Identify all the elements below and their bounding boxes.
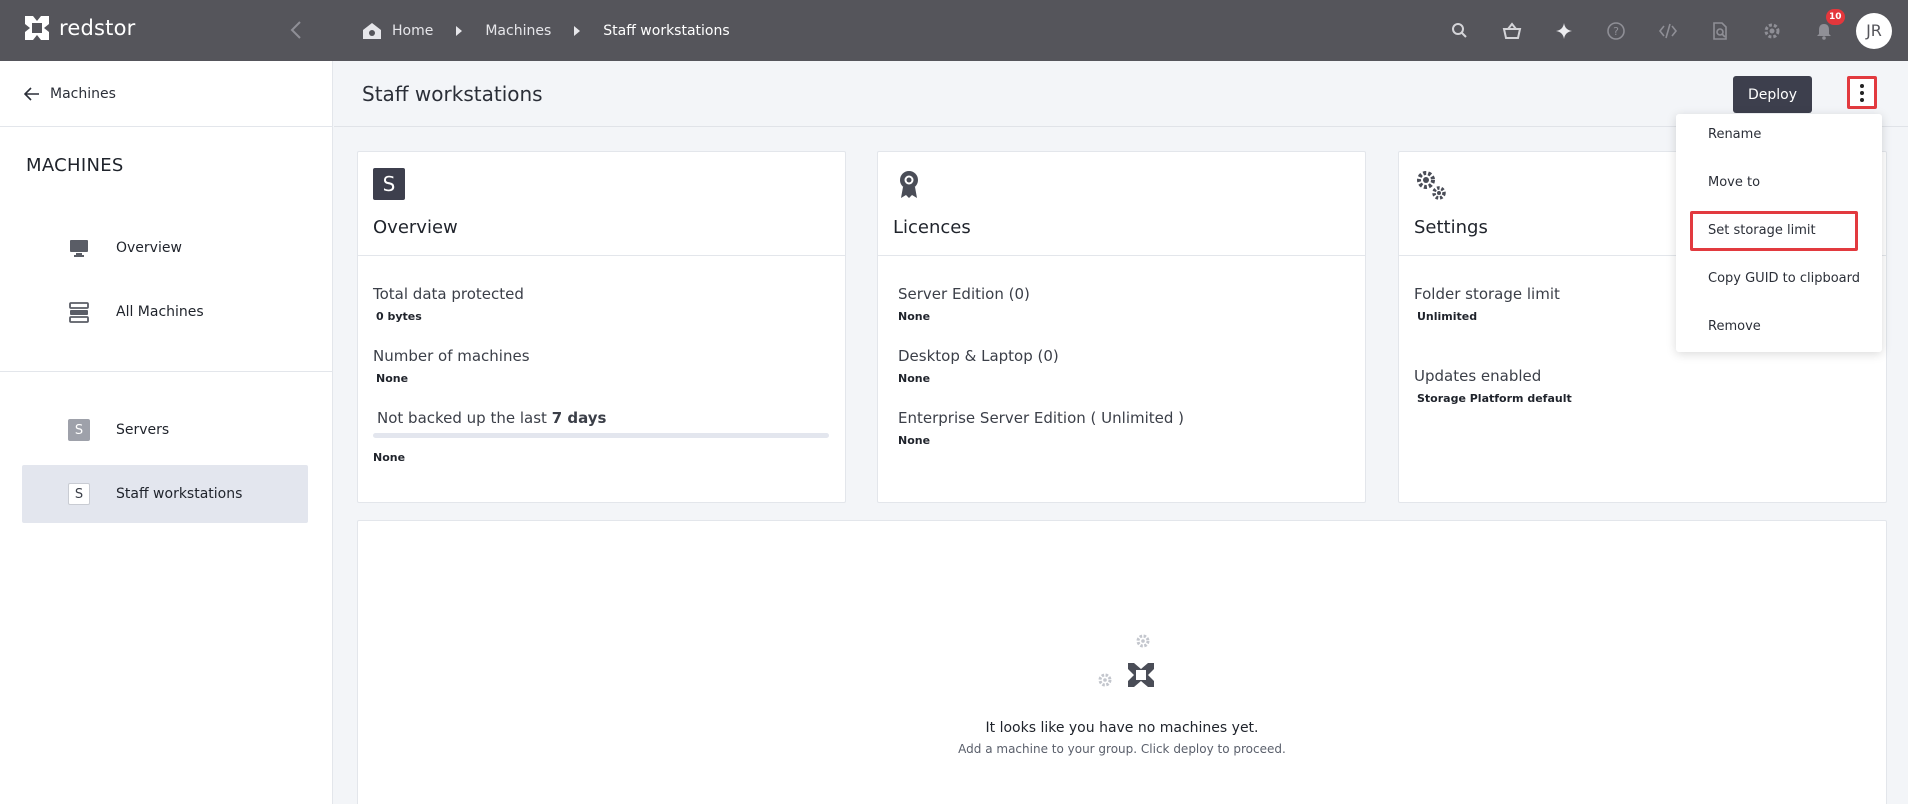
notification-badge: 10	[1826, 9, 1845, 25]
desktop-laptop-label: Desktop & Laptop (0)	[898, 347, 1059, 365]
menu-item-rename[interactable]: Rename	[1708, 127, 1761, 142]
not-backed-up-value: None	[373, 451, 406, 464]
card-title: Licences	[893, 217, 971, 238]
sidebar-item-label: Servers	[116, 422, 170, 438]
group-tile: S	[373, 168, 405, 200]
updates-enabled-value: Storage Platform default	[1417, 392, 1572, 405]
more-options-menu: Rename Move to Set storage limit Copy GU…	[1676, 114, 1882, 352]
sidebar-item-staff-workstations[interactable]: S Staff workstations	[22, 465, 308, 523]
gear-icon	[1764, 23, 1780, 38]
not-backed-up-progress	[373, 433, 829, 438]
caret-right-icon	[456, 25, 463, 36]
empty-machines-illustration	[1098, 634, 1154, 687]
home-icon[interactable]	[362, 22, 382, 40]
award-icon	[900, 171, 918, 198]
empty-state-subtitle: Add a machine to your group. Click deplo…	[958, 742, 1286, 756]
sidebar-divider	[0, 371, 332, 401]
card-title: Overview	[373, 217, 458, 238]
breadcrumb-home[interactable]: Home	[392, 23, 433, 39]
menu-item-set-storage-limit[interactable]: Set storage limit	[1708, 223, 1816, 238]
desktop-laptop-value: None	[898, 372, 931, 385]
kebab-dot	[1860, 83, 1864, 88]
back-label: Machines	[50, 85, 116, 102]
page-header: Staff workstations Deploy	[334, 61, 1908, 127]
back-to-machines-link[interactable]: Machines	[0, 61, 332, 127]
not-backed-up-prefix: Not backed up the last	[377, 409, 547, 427]
machines-count-label: Number of machines	[373, 347, 530, 365]
menu-item-copy-guid[interactable]: Copy GUID to clipboard	[1708, 271, 1860, 286]
group-tile: S	[68, 419, 90, 441]
kebab-dot	[1860, 90, 1864, 95]
help-button[interactable]: ?	[1590, 0, 1642, 61]
group-tile-letter: S	[68, 483, 90, 505]
ai-assistant-button[interactable]	[1538, 0, 1590, 61]
group-tile: S	[68, 483, 90, 505]
help-icon: ?	[1607, 21, 1625, 40]
sidebar-item-servers[interactable]: S Servers	[22, 401, 308, 459]
chevron-left-icon	[290, 21, 301, 39]
sidebar: Machines MACHINES Overview All Machines …	[0, 61, 333, 804]
licences-card: Licences Server Edition (0) None Desktop…	[877, 151, 1366, 503]
top-bar: redstor Home Machines Staff workstations…	[0, 0, 1908, 61]
brand-name: redstor	[59, 16, 136, 40]
breadcrumb-current: Staff workstations	[603, 22, 730, 39]
top-toolbar: ? 10 JR	[1434, 0, 1908, 61]
breadcrumb: Home Machines Staff workstations	[362, 0, 730, 61]
gears-icon	[1417, 171, 1446, 200]
overview-card: S Overview Total data protected 0 bytes …	[357, 151, 846, 503]
search-button[interactable]	[1434, 0, 1486, 61]
group-tile-letter: S	[373, 168, 405, 200]
monitor-icon	[68, 237, 90, 259]
total-data-value: 0 bytes	[376, 310, 422, 323]
sidebar-item-label: All Machines	[116, 304, 204, 320]
server-edition-value: None	[898, 310, 931, 323]
total-data-label: Total data protected	[373, 285, 524, 303]
brand-logo[interactable]: redstor	[22, 13, 135, 43]
settings-button[interactable]	[1746, 0, 1798, 61]
code-icon	[1658, 23, 1678, 38]
server-stack-icon	[68, 301, 90, 323]
caret-right-icon	[574, 25, 581, 36]
more-options-button[interactable]	[1847, 76, 1877, 109]
card-title: Settings	[1414, 217, 1488, 238]
redstor-logo-icon	[25, 16, 49, 40]
deploy-button[interactable]: Deploy	[1733, 76, 1812, 113]
sparkle-icon	[1556, 22, 1572, 39]
enterprise-server-value: None	[898, 434, 931, 447]
empty-state-title: It looks like you have no machines yet.	[985, 720, 1259, 736]
machines-panel: It looks like you have no machines yet. …	[357, 520, 1887, 804]
breadcrumb-machines[interactable]: Machines	[485, 23, 551, 39]
collapse-sidebar-button[interactable]	[286, 18, 306, 42]
menu-item-move-to[interactable]: Move to	[1708, 175, 1760, 190]
sidebar-item-overview[interactable]: Overview	[22, 219, 308, 277]
machines-count-value: None	[376, 372, 409, 385]
not-backed-up-days: 7 days	[551, 409, 607, 427]
enterprise-server-label: Enterprise Server Edition ( Unlimited )	[898, 409, 1185, 427]
kebab-dot	[1860, 97, 1864, 102]
document-search-icon	[1713, 21, 1727, 40]
user-avatar[interactable]: JR	[1856, 12, 1892, 49]
arrow-left-icon	[24, 86, 39, 101]
updates-enabled-label: Updates enabled	[1414, 367, 1542, 385]
basket-icon	[1502, 21, 1522, 39]
basket-button[interactable]	[1486, 0, 1538, 61]
sidebar-item-label: Overview	[116, 240, 182, 256]
api-button[interactable]	[1642, 0, 1694, 61]
sidebar-item-label: Staff workstations	[116, 486, 243, 502]
group-tile-letter: S	[68, 419, 90, 441]
page-title: Staff workstations	[362, 82, 543, 106]
server-edition-label: Server Edition (0)	[898, 285, 1030, 303]
search-icon	[1452, 22, 1467, 38]
menu-item-remove[interactable]: Remove	[1708, 319, 1761, 334]
notifications-button[interactable]: 10	[1798, 0, 1850, 61]
document-search-button[interactable]	[1694, 0, 1746, 61]
sidebar-section-title: MACHINES	[26, 155, 124, 176]
not-backed-up-label: Not backed up the last 7 days	[373, 409, 845, 427]
svg-text:?: ?	[1613, 25, 1619, 38]
sidebar-item-all-machines[interactable]: All Machines	[22, 283, 308, 341]
